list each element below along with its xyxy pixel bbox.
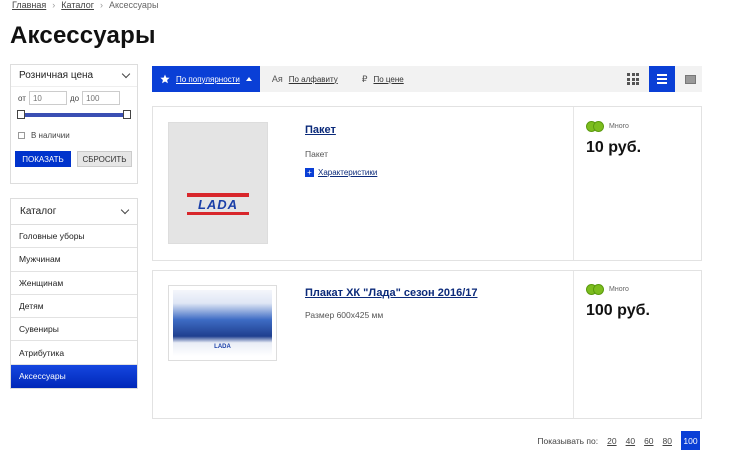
product-card: LADA Плакат ХК "Лада" сезон 2016/17 Разм…: [152, 270, 702, 419]
page-size-20[interactable]: 20: [607, 436, 616, 446]
plus-icon: +: [305, 168, 314, 177]
price-filter-header[interactable]: Розничная цена: [11, 65, 137, 87]
catalog-item-accessories[interactable]: Аксессуары: [11, 364, 137, 389]
product-name[interactable]: Плакат ХК "Лада" сезон 2016/17: [305, 287, 478, 299]
sort-arrow-up-icon: [245, 77, 252, 81]
sort-alpha-button[interactable]: Aя По алфавиту: [260, 74, 350, 84]
sort-popular-label: По популярности: [176, 74, 240, 84]
catalog-menu: Каталог Головные уборы Мужчинам Женщинам…: [10, 198, 138, 390]
price-slider[interactable]: [17, 110, 131, 119]
characteristics-toggle[interactable]: + Характеристики: [305, 168, 377, 177]
catalog-item-hats[interactable]: Головные уборы: [11, 225, 137, 249]
stock-check-icon: [586, 284, 606, 295]
breadcrumb-home[interactable]: Главная: [12, 0, 46, 10]
page-size-label: Показывать по:: [537, 435, 599, 446]
star-icon: [160, 74, 170, 84]
product-price: 10 руб.: [586, 139, 642, 156]
in-stock-option[interactable]: В наличии: [11, 131, 137, 140]
filter-buttons: ПОКАЗАТЬ СБРОСИТЬ: [11, 151, 137, 167]
product-name[interactable]: Пакет: [305, 124, 336, 136]
catalog-item-souvenirs[interactable]: Сувениры: [11, 318, 137, 342]
page-size-40[interactable]: 40: [626, 436, 635, 446]
price-from-label: от: [18, 93, 26, 103]
reset-button[interactable]: СБРОСИТЬ: [77, 151, 132, 167]
ruble-icon: ₽: [361, 73, 368, 84]
price-from-input[interactable]: [28, 91, 67, 105]
sort-bar: По популярности Aя По алфавиту ₽ По цене: [152, 66, 702, 92]
list-view-icon[interactable]: [649, 66, 675, 92]
team-poster-image: LADA: [173, 290, 272, 356]
catalog-header[interactable]: Каталог: [11, 199, 137, 225]
divider: [573, 271, 574, 418]
product-price: 100 руб.: [586, 302, 650, 319]
product-description: Пакет: [305, 149, 328, 159]
page-size-60[interactable]: 60: [644, 436, 653, 446]
catalog-item-men[interactable]: Мужчинам: [11, 248, 137, 272]
chevron-down-icon[interactable]: [121, 69, 131, 79]
price-range-row: от до: [11, 91, 137, 105]
divider: [573, 107, 574, 260]
catalog-title: Каталог: [20, 206, 57, 217]
stock-check-icon: [586, 121, 606, 132]
breadcrumb-catalog[interactable]: Каталог: [61, 0, 94, 10]
page-size-selector: Показывать по: 20 40 60 80 100: [537, 431, 700, 450]
catalog-item-women[interactable]: Женщинам: [11, 272, 137, 295]
stock-label: Много: [609, 286, 629, 293]
price-filter-title: Розничная цена: [19, 70, 94, 81]
price-filter: Розничная цена от до В наличии ПОКАЗАТЬ …: [10, 64, 138, 184]
breadcrumb: Главная › Каталог › Аксессуары: [12, 0, 158, 10]
sort-price-label: По цене: [373, 74, 404, 84]
price-slider-max-handle[interactable]: [123, 110, 131, 119]
sort-alpha-label: По алфавиту: [288, 74, 338, 84]
stock-label: Много: [609, 123, 629, 130]
alphabet-icon: Aя: [271, 74, 283, 84]
sort-popular-button[interactable]: По популярности: [152, 66, 260, 92]
sort-price-button[interactable]: ₽ По цене: [350, 74, 416, 85]
lada-logo: LADA: [187, 193, 249, 225]
table-view-icon[interactable]: [685, 74, 696, 84]
catalog-item-attributes[interactable]: Атрибутика: [11, 341, 137, 365]
price-slider-min-handle[interactable]: [17, 110, 25, 119]
page-title: Аксессуары: [10, 22, 156, 49]
stock-status: Много: [586, 121, 629, 132]
grid-view-icon[interactable]: [627, 73, 639, 85]
product-image[interactable]: LADA: [168, 122, 268, 244]
view-switcher: [627, 66, 696, 92]
breadcrumb-current: Аксессуары: [108, 0, 159, 10]
characteristics-label: Характеристики: [318, 168, 378, 177]
show-button[interactable]: ПОКАЗАТЬ: [15, 151, 71, 167]
in-stock-label: В наличии: [31, 131, 70, 140]
product-image[interactable]: LADA: [168, 285, 277, 361]
price-to-input[interactable]: [82, 91, 121, 105]
page-size-80[interactable]: 80: [663, 436, 672, 446]
chevron-right-icon: ›: [52, 0, 56, 10]
page-size-100[interactable]: 100: [681, 431, 700, 450]
stock-status: Много: [586, 284, 629, 295]
catalog-item-kids[interactable]: Детям: [11, 295, 137, 319]
product-card: LADA Пакет Пакет + Характеристики Много …: [152, 106, 702, 261]
chevron-right-icon: ›: [99, 0, 103, 10]
chevron-down-icon[interactable]: [120, 205, 130, 215]
product-description: Размер 600х425 мм: [305, 310, 384, 320]
in-stock-checkbox[interactable]: [18, 132, 25, 139]
price-to-label: до: [69, 93, 80, 103]
